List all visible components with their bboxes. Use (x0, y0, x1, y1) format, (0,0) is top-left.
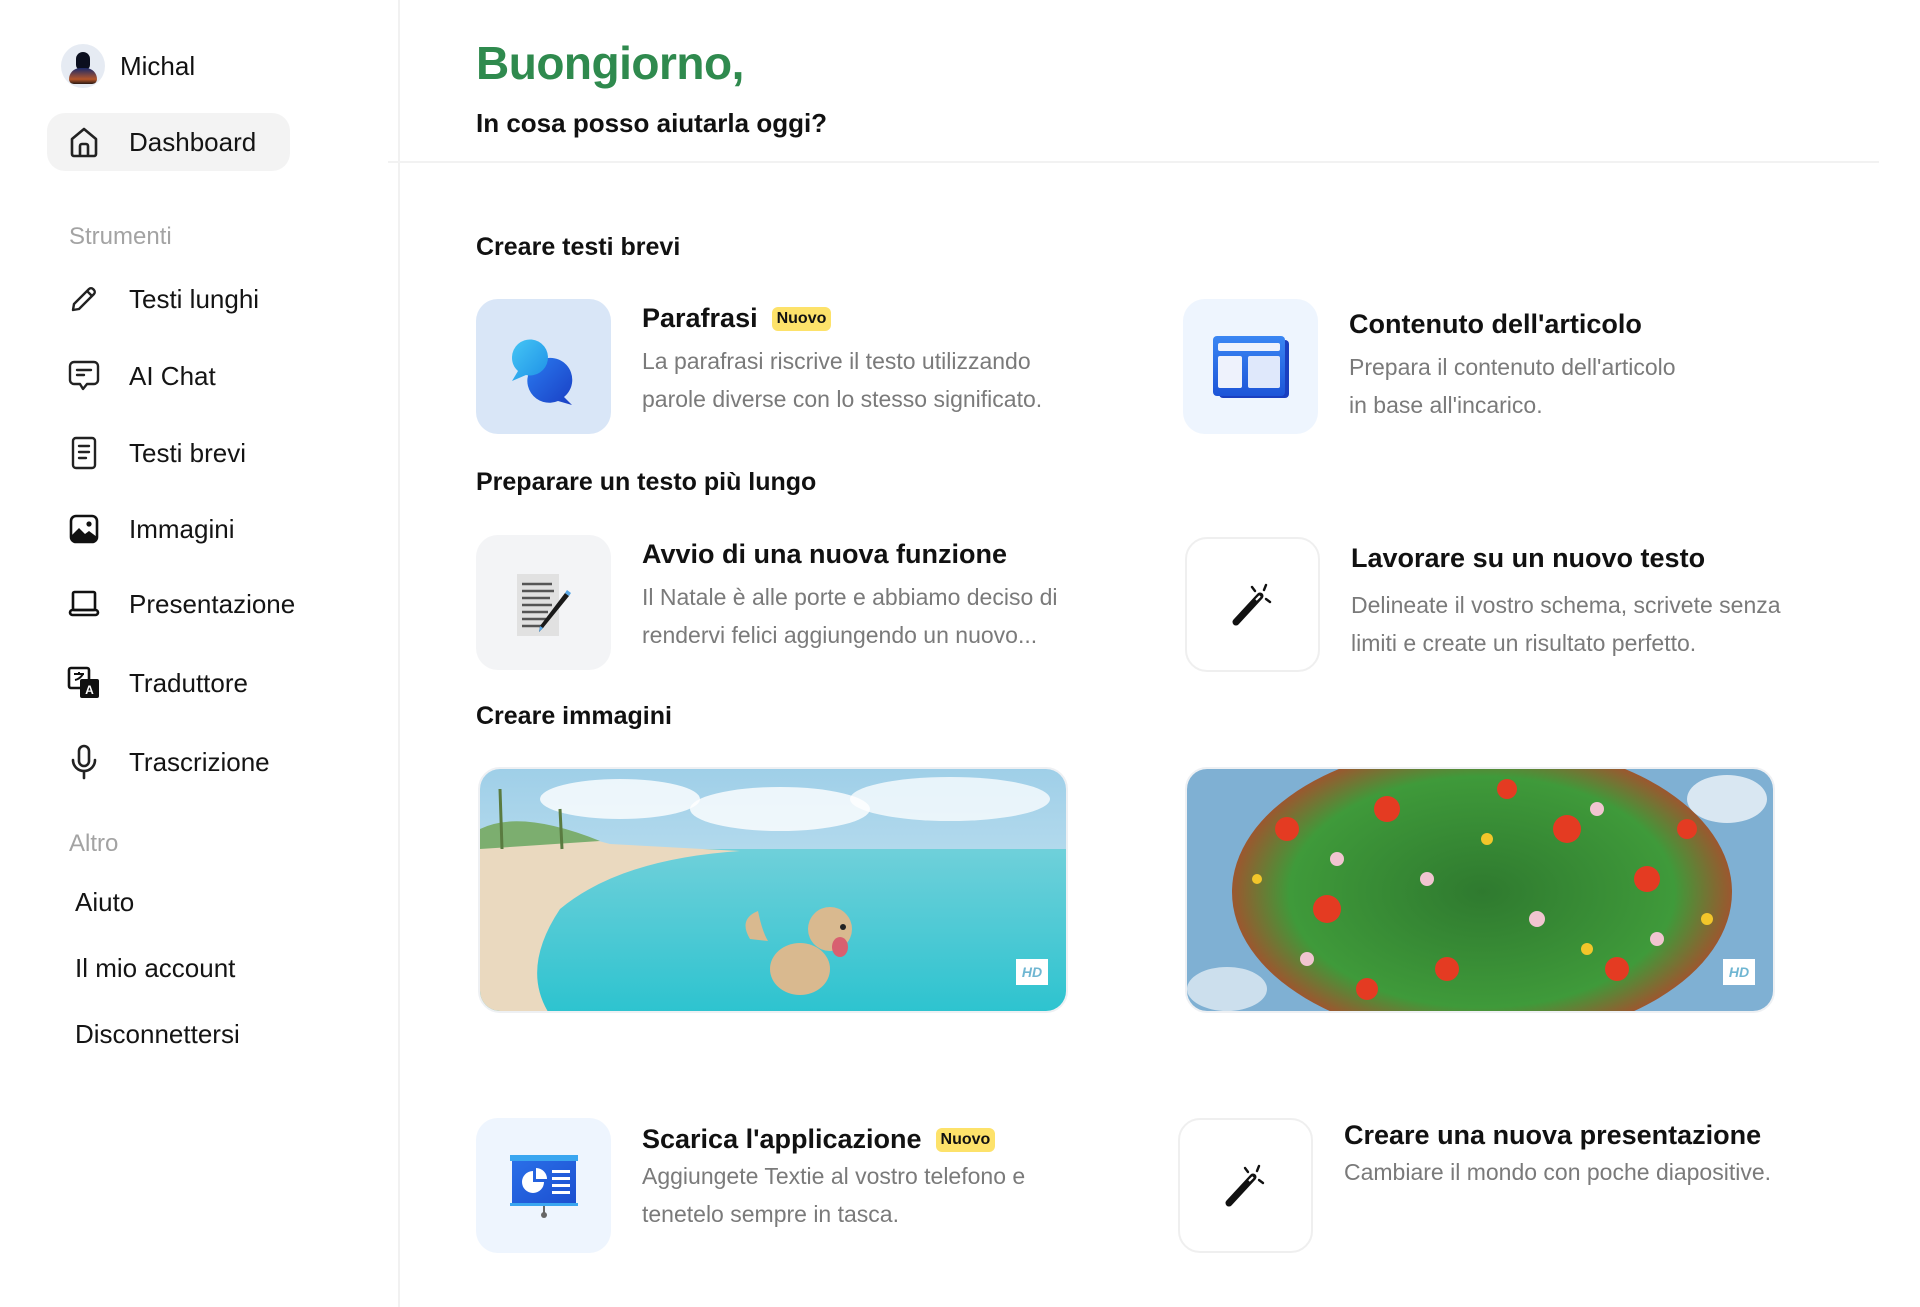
card-description-line: Prepara il contenuto dell'articolo (1349, 354, 1676, 380)
flower-sphere-illustration (1187, 769, 1773, 1011)
sidebar-item-presentation[interactable]: Presentazione (47, 575, 295, 633)
card-description-line: La parafrasi riscrive il testo utilizzan… (642, 348, 1031, 374)
hd-badge: HD (1016, 959, 1048, 985)
pencil-icon (67, 282, 101, 316)
card-description-line: Delineate il vostro schema, scrivete sen… (1351, 592, 1781, 618)
section-title-images: Creare immagini (476, 702, 672, 730)
card-download-app[interactable]: Scarica l'applicazione Nuovo Aggiungete … (476, 1118, 1025, 1253)
chat-icon (67, 359, 101, 393)
sidebar-link-logout[interactable]: Disconnettersi (75, 1019, 240, 1050)
header-divider (388, 161, 1879, 163)
sidebar-item-label: Immagini (129, 513, 235, 544)
main-content: Buongiorno, In cosa posso aiutarla oggi?… (388, 0, 1920, 1307)
card-article-content[interactable]: Contenuto dell'articolo Prepara il conte… (1183, 299, 1676, 434)
sidebar-item-ai-chat[interactable]: AI Chat (47, 347, 216, 405)
card-description: Delineate il vostro schema, scrivete sen… (1351, 586, 1781, 662)
card-description-line: limiti e create un risultato perfetto. (1351, 630, 1697, 656)
greeting-title: Buongiorno, (476, 37, 744, 89)
card-title: Avvio di una nuova funzione (642, 539, 1008, 569)
magic-wand-icon (1178, 1118, 1313, 1253)
svg-text:A: A (85, 683, 94, 697)
card-description: La parafrasi riscrive il testo utilizzan… (642, 342, 1042, 418)
sidebar-item-label: Testi brevi (129, 437, 247, 468)
card-description-line: Aggiungete Textie al vostro telefono e (642, 1163, 1026, 1189)
card-title: Lavorare su un nuovo testo (1351, 543, 1706, 573)
document-icon (67, 436, 101, 470)
home-icon (67, 125, 101, 159)
card-description-line: in base all'incarico. (1349, 392, 1543, 418)
section-label-other: Altro (69, 830, 119, 857)
card-description: Il Natale è alle porte e abbiamo deciso … (642, 578, 1058, 654)
card-description-line: rendervi felici aggiungendo un nuovo... (642, 622, 1038, 648)
section-title-short-texts: Creare testi brevi (476, 233, 681, 261)
sidebar-item-images[interactable]: Immagini (47, 500, 234, 558)
sidebar-link-help[interactable]: Aiuto (75, 887, 134, 918)
card-new-presentation[interactable]: Creare una nuova presentazione Cambiare … (1178, 1118, 1771, 1253)
sidebar-item-dashboard[interactable]: Dashboard (47, 113, 290, 171)
sidebar-item-label: Trascrizione (129, 746, 270, 777)
image-flower-sphere[interactable]: HD (1185, 767, 1775, 1013)
speech-bubbles-icon (476, 299, 611, 434)
card-description: Cambiare il mondo con poche diapositive. (1344, 1153, 1771, 1191)
card-title: Contenuto dell'articolo (1349, 309, 1642, 339)
sidebar: Michal Dashboard Strumenti Testi lunghi … (0, 0, 400, 1307)
sidebar-item-label: Dashboard (129, 126, 257, 157)
translate-icon: A (67, 666, 101, 700)
card-description-line: Cambiare il mondo con poche diapositive. (1344, 1159, 1772, 1185)
presentation-board-icon (476, 1118, 611, 1253)
microphone-icon (67, 744, 101, 780)
greeting-subtitle: In cosa posso aiutarla oggi? (476, 108, 828, 138)
sidebar-item-label: AI Chat (129, 360, 216, 391)
sidebar-item-translator[interactable]: A Traduttore (47, 654, 248, 712)
card-description: Prepara il contenuto dell'articolo in ba… (1349, 348, 1676, 424)
hd-badge: HD (1723, 959, 1755, 985)
writing-pad-icon (476, 535, 611, 670)
section-label-tools: Strumenti (69, 223, 172, 250)
section-title-long-texts: Preparare un testo più lungo (476, 468, 817, 496)
article-layout-icon (1183, 299, 1318, 434)
new-badge: Nuovo (935, 1127, 996, 1152)
card-description-line: parole diverse con lo stesso significato… (642, 386, 1043, 412)
magic-wand-icon (1185, 537, 1320, 672)
sidebar-item-short-texts[interactable]: Testi brevi (47, 424, 246, 482)
image-icon (67, 512, 101, 546)
card-paraphrase[interactable]: Parafrasi Nuovo La parafrasi riscrive il… (476, 299, 1042, 434)
sidebar-item-label: Traduttore (129, 667, 248, 698)
beach-dog-illustration (480, 769, 1066, 1011)
card-title: Scarica l'applicazione (642, 1124, 922, 1154)
card-new-feature[interactable]: Avvio di una nuova funzione Il Natale è … (476, 535, 1058, 670)
sidebar-link-my-account[interactable]: Il mio account (75, 953, 235, 984)
user-name: Michal (120, 50, 196, 81)
card-description: Aggiungete Textie al vostro telefono e t… (642, 1157, 1025, 1233)
card-title: Parafrasi (642, 303, 758, 333)
image-beach-dog[interactable]: HD (478, 767, 1068, 1013)
card-title: Creare una nuova presentazione (1344, 1120, 1762, 1150)
card-new-text[interactable]: Lavorare su un nuovo testo Delineate il … (1185, 537, 1781, 672)
laptop-icon (67, 587, 101, 621)
sidebar-item-long-texts[interactable]: Testi lunghi (47, 270, 259, 328)
card-description-line: tenetelo sempre in tasca. (642, 1201, 899, 1227)
sidebar-item-transcription[interactable]: Trascrizione (47, 733, 270, 791)
card-description-line: Il Natale è alle porte e abbiamo deciso … (642, 584, 1058, 610)
user-profile[interactable]: Michal (61, 44, 195, 88)
new-badge: Nuovo (771, 306, 832, 331)
avatar (61, 44, 105, 88)
sidebar-item-label: Testi lunghi (129, 283, 260, 314)
sidebar-item-label: Presentazione (129, 588, 296, 619)
